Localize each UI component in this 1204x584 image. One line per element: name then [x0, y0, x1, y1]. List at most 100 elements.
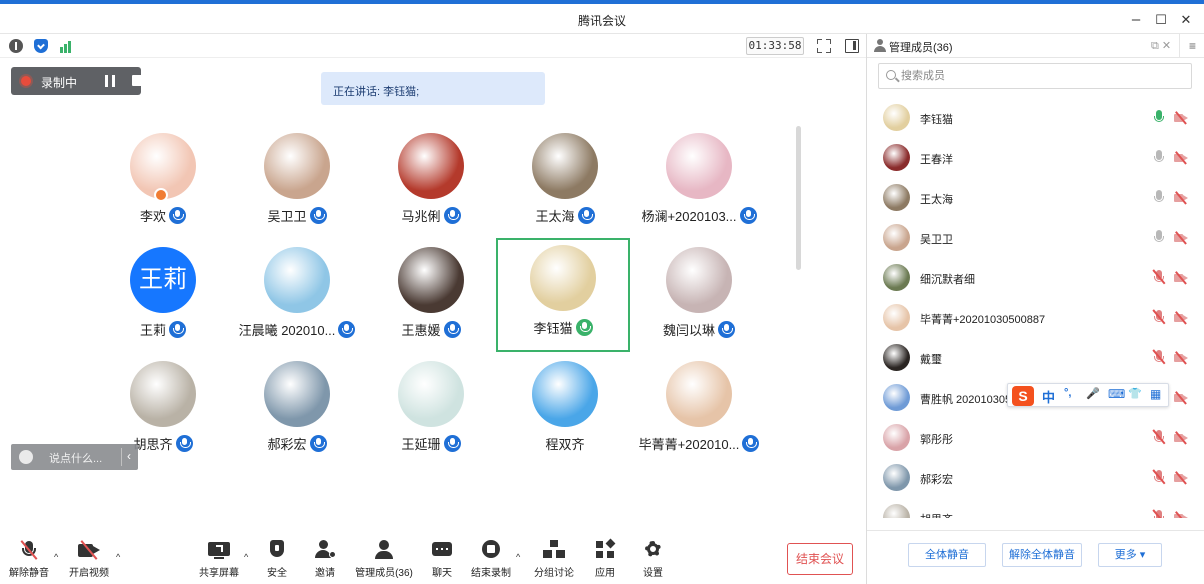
end-recording-button[interactable]: 结束录制	[468, 540, 514, 584]
camera-off-icon[interactable]	[1174, 471, 1188, 485]
share-options-caret[interactable]: ^	[244, 552, 248, 562]
participant-tile[interactable]: 魏闫以琳	[632, 240, 766, 354]
participant-tile[interactable]: 毕菁菁+202010...	[632, 354, 766, 468]
ime-toolbar[interactable]: S 中 °, 🎤 ⌨ 👕 ▦	[1007, 383, 1169, 407]
member-row[interactable]: 王春洋	[867, 138, 1204, 178]
camera-off-icon[interactable]	[1174, 391, 1188, 405]
member-row[interactable]: 王太海	[867, 178, 1204, 218]
camera-off-icon[interactable]	[1174, 271, 1188, 285]
signal-icon[interactable]	[59, 39, 73, 53]
participant-tile[interactable]: 杨澜+2020103...	[632, 126, 766, 240]
member-name: 郭彤彤	[920, 434, 953, 446]
participant-name: 魏闫以琳	[662, 323, 715, 338]
mic-muted-icon[interactable]	[1152, 309, 1166, 326]
search-icon	[886, 70, 896, 80]
mic-icon[interactable]	[1154, 230, 1164, 246]
audio-options-caret[interactable]: ^	[54, 552, 58, 562]
emoji-icon[interactable]	[19, 450, 33, 464]
shield-icon[interactable]	[34, 39, 48, 53]
camera-off-icon[interactable]	[1174, 191, 1188, 205]
settings-button[interactable]: 设置	[636, 540, 670, 584]
mic-muted-icon[interactable]	[1152, 269, 1166, 286]
record-options-caret[interactable]: ^	[516, 552, 520, 562]
mic-muted-icon[interactable]	[1152, 349, 1166, 366]
member-row[interactable]: 李钰猫	[867, 98, 1204, 138]
member-search-input[interactable]	[901, 67, 1181, 85]
participant-avatar	[264, 133, 330, 199]
mic-icon[interactable]	[1154, 110, 1164, 126]
member-avatar	[883, 504, 910, 518]
minimize-button[interactable]: –	[1126, 10, 1146, 30]
pause-record-button[interactable]	[105, 75, 115, 87]
mic-icon	[169, 207, 186, 224]
panel-menu-button[interactable]: ≡	[1179, 34, 1204, 58]
panel-popout-close[interactable]: ⧉ ✕	[1151, 39, 1171, 53]
member-row[interactable]: 细沉默者细	[867, 258, 1204, 298]
member-row[interactable]: 戴璽	[867, 338, 1204, 378]
grid-scrollbar[interactable]	[796, 126, 801, 270]
mic-icon	[739, 207, 757, 224]
ime-skin-icon[interactable]: 👕	[1128, 387, 1142, 400]
mic-icon[interactable]	[1154, 190, 1164, 206]
member-row[interactable]: 胡思齐	[867, 498, 1204, 518]
record-dot-icon	[21, 76, 31, 86]
participant-name: 马兆俐	[401, 209, 441, 224]
end-record-label: 结束录制	[471, 568, 511, 579]
ime-punctuation-toggle[interactable]: °,	[1064, 387, 1071, 399]
fullscreen-icon[interactable]	[816, 38, 832, 54]
member-avatar	[883, 424, 910, 451]
end-meeting-button[interactable]: 结束会议	[787, 543, 853, 575]
more-button[interactable]: 更多 ▾	[1098, 543, 1162, 567]
ime-toolbox-icon[interactable]: ▦	[1150, 387, 1161, 401]
invite-button[interactable]: 邀请	[306, 540, 344, 584]
manage-members-button[interactable]: 管理成员(36)	[352, 540, 416, 584]
unmute-all-button[interactable]: 解除全体静音	[1002, 543, 1082, 567]
mute-all-button[interactable]: 全体静音	[908, 543, 986, 567]
camera-off-icon[interactable]	[1174, 351, 1188, 365]
share-screen-button[interactable]: 共享屏幕	[196, 540, 242, 584]
member-search[interactable]	[878, 63, 1192, 89]
close-button[interactable]: ✕	[1176, 10, 1196, 30]
mic-icon[interactable]	[1154, 150, 1164, 166]
recording-indicator: 录制中	[11, 67, 143, 95]
unmute-button[interactable]: 解除静音	[6, 540, 52, 584]
maximize-button[interactable]: ☐	[1151, 10, 1171, 30]
ime-voice-icon[interactable]: 🎤	[1086, 387, 1100, 400]
participant-name: 王惠媛	[401, 323, 441, 338]
sidebar-toggle-icon[interactable]	[845, 39, 859, 53]
stop-record-button[interactable]	[132, 75, 143, 86]
security-shield-icon	[266, 540, 288, 560]
ime-keyboard-icon[interactable]: ⌨	[1108, 387, 1125, 401]
camera-off-icon[interactable]	[1174, 431, 1188, 445]
mic-muted-icon[interactable]	[1152, 429, 1166, 446]
chat-button[interactable]: 聊天	[424, 540, 460, 584]
camera-off-icon[interactable]	[1174, 151, 1188, 165]
participant-name: 程双齐	[545, 437, 585, 452]
member-row[interactable]: 郭彤彤	[867, 418, 1204, 458]
mic-muted-icon[interactable]	[1152, 469, 1166, 486]
camera-off-icon[interactable]	[1174, 311, 1188, 325]
member-row[interactable]: 郝彩宏	[867, 458, 1204, 498]
apps-button[interactable]: 应用	[588, 538, 622, 584]
camera-off-icon[interactable]	[1174, 231, 1188, 245]
video-options-caret[interactable]: ^	[116, 552, 120, 562]
member-avatar	[883, 104, 910, 131]
security-label: 安全	[267, 568, 287, 579]
ime-chinese-toggle[interactable]: 中	[1042, 387, 1055, 406]
member-row[interactable]: 吴卫卫	[867, 218, 1204, 258]
info-icon[interactable]	[9, 39, 23, 53]
camera-off-icon[interactable]	[1174, 111, 1188, 125]
meeting-timer: 01:33:58	[746, 37, 804, 55]
security-button[interactable]: 安全	[258, 540, 296, 584]
mic-muted-icon[interactable]	[1152, 509, 1166, 518]
participant-tile[interactable]: 李钰猫	[496, 238, 630, 352]
quick-chat-box[interactable]: 说点什么... ‹	[11, 444, 138, 470]
camera-off-icon[interactable]	[1174, 511, 1188, 518]
members-panel-header: 管理成员(36) ⧉ ✕ ≡	[867, 34, 1204, 58]
window-title: 腾讯会议	[577, 14, 626, 28]
member-row[interactable]: 毕菁菁+20201030500887	[867, 298, 1204, 338]
participant-name: 吴卫卫	[267, 209, 307, 224]
collapse-chat-button[interactable]: ‹	[127, 449, 131, 463]
breakout-button[interactable]: 分组讨论	[530, 540, 578, 584]
start-video-button[interactable]: 开启视频	[65, 540, 113, 584]
